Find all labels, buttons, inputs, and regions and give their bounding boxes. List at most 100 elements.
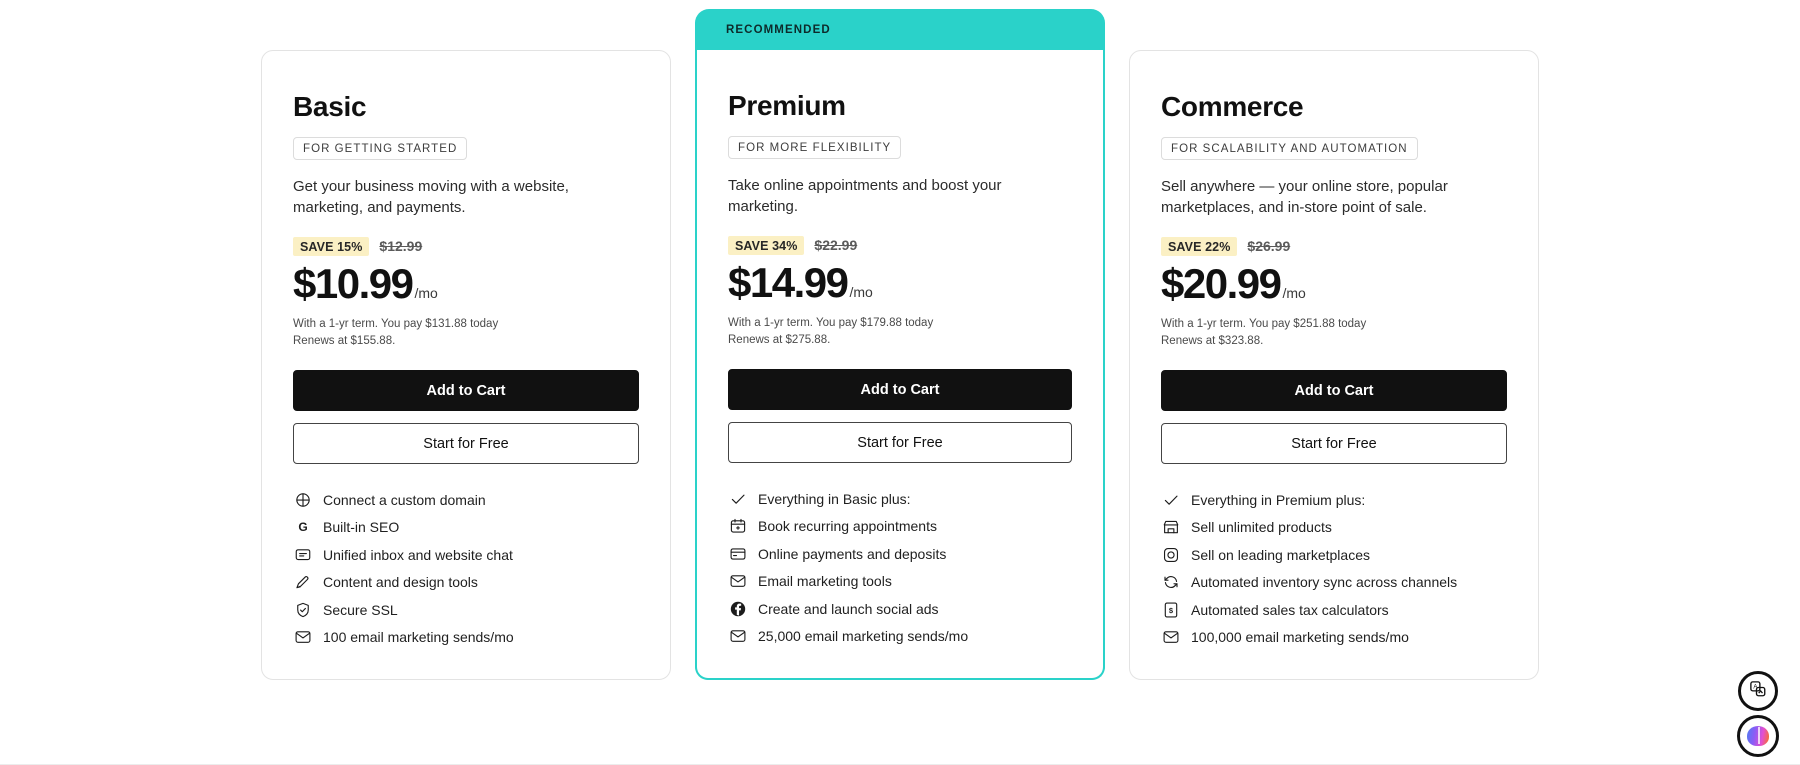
translate-button[interactable]: A: [1738, 671, 1778, 711]
design-pen-icon: [293, 573, 312, 592]
plan-terms: With a 1-yr term. You pay $179.88 today …: [728, 315, 1072, 349]
plan-terms-line-1: With a 1-yr term. You pay $251.88 today: [1161, 318, 1367, 330]
check-icon: [728, 489, 747, 508]
add-to-cart-button[interactable]: Add to Cart: [293, 370, 639, 411]
feature-item: Everything in Basic plus:: [728, 485, 1072, 513]
feature-label: Everything in Premium plus:: [1191, 491, 1366, 508]
plan-card-body: Basic FOR GETTING STARTED Get your busin…: [261, 50, 671, 680]
current-price: $10.99: [293, 260, 414, 307]
google-seo-icon: G: [293, 518, 312, 537]
feature-label: Create and launch social ads: [758, 600, 939, 617]
plan-feature-list: Connect a custom domain G Built-in SEO U…: [293, 486, 639, 651]
plan-terms: With a 1-yr term. You pay $131.88 today …: [293, 316, 639, 350]
price-row: $20.99 /mo: [1161, 260, 1507, 308]
original-price: $12.99: [379, 238, 423, 254]
plan-tagline-badge: FOR SCALABILITY AND AUTOMATION: [1161, 137, 1418, 160]
feature-item: Sell on leading marketplaces: [1161, 541, 1507, 569]
feature-label: Connect a custom domain: [323, 491, 486, 508]
current-price: $14.99: [728, 259, 849, 306]
shield-check-icon: [293, 600, 312, 619]
feature-item: G Built-in SEO: [293, 514, 639, 542]
start-for-free-button[interactable]: Start for Free: [293, 423, 639, 464]
save-badge: SAVE 22%: [1161, 236, 1238, 256]
pricing-plans-row: Basic FOR GETTING STARTED Get your busin…: [0, 0, 1800, 765]
save-badge: SAVE 15%: [293, 236, 370, 256]
svg-text:$: $: [1168, 606, 1173, 615]
feature-label: Sell on leading marketplaces: [1191, 546, 1370, 563]
plan-terms: With a 1-yr term. You pay $251.88 today …: [1161, 316, 1507, 350]
recommended-label: RECOMMENDED: [726, 23, 831, 36]
calendar-icon: [728, 517, 747, 536]
feature-item: 100 email marketing sends/mo: [293, 624, 639, 652]
plan-feature-list: Everything in Premium plus: Sell unlimit…: [1161, 486, 1507, 651]
translate-icon: A: [1749, 680, 1767, 703]
feature-item: 25,000 email marketing sends/mo: [728, 623, 1072, 651]
plan-title: Basic: [293, 91, 367, 122]
price-period: /mo: [414, 285, 438, 301]
savings-row: SAVE 22% $26.99: [1161, 235, 1507, 257]
plan-description: Sell anywhere — your online store, popul…: [1161, 178, 1448, 216]
plan-terms-line-2: Renews at $275.88.: [728, 334, 831, 346]
add-to-cart-button[interactable]: Add to Cart: [1161, 370, 1507, 411]
envelope-icon: [293, 628, 312, 647]
globe-icon: [293, 490, 312, 509]
feature-item: Everything in Premium plus:: [1161, 486, 1507, 514]
envelope-icon: [728, 572, 747, 591]
plan-terms-line-2: Renews at $323.88.: [1161, 335, 1264, 347]
feature-label: Book recurring appointments: [758, 518, 937, 535]
plan-title: Commerce: [1161, 91, 1304, 122]
feature-item: Create and launch social ads: [728, 595, 1072, 623]
feature-item: Online payments and deposits: [728, 540, 1072, 568]
feature-label: Automated sales tax calculators: [1191, 601, 1389, 618]
feature-label: 25,000 email marketing sends/mo: [758, 628, 969, 645]
svg-text:G: G: [298, 520, 307, 534]
feature-label: 100,000 email marketing sends/mo: [1191, 629, 1409, 646]
envelope-icon: [1161, 628, 1180, 647]
marketplace-icon: [1161, 545, 1180, 564]
original-price: $26.99: [1247, 238, 1291, 254]
feature-label: Secure SSL: [323, 601, 398, 618]
add-to-cart-button[interactable]: Add to Cart: [728, 369, 1072, 410]
price-row: $10.99 /mo: [293, 260, 639, 308]
feature-label: Sell unlimited products: [1191, 519, 1332, 536]
feature-label: Built-in SEO: [323, 519, 400, 536]
start-for-free-button[interactable]: Start for Free: [728, 422, 1072, 463]
feature-item: $ Automated sales tax calculators: [1161, 596, 1507, 624]
pricing-page: Basic FOR GETTING STARTED Get your busin…: [0, 0, 1800, 765]
price-period: /mo: [849, 284, 873, 300]
plan-title: Premium: [728, 90, 846, 121]
feature-label: 100 email marketing sends/mo: [323, 629, 514, 646]
plan-terms-line-2: Renews at $155.88.: [293, 335, 396, 347]
feature-item: Secure SSL: [293, 596, 639, 624]
recommended-card-shell: RECOMMENDED Premium FOR MORE FLEXIBILITY…: [695, 9, 1105, 680]
original-price: $22.99: [814, 237, 858, 253]
feature-label: Content and design tools: [323, 574, 478, 591]
storefront-icon: [1161, 518, 1180, 537]
plan-card-basic: Basic FOR GETTING STARTED Get your busin…: [261, 50, 671, 680]
feature-label: Online payments and deposits: [758, 545, 947, 562]
sync-icon: [1161, 573, 1180, 592]
tax-dollar-icon: $: [1161, 600, 1180, 619]
plan-tagline-badge: FOR MORE FLEXIBILITY: [728, 136, 902, 159]
price-period: /mo: [1282, 285, 1306, 301]
plan-card-commerce: Commerce FOR SCALABILITY AND AUTOMATION …: [1129, 50, 1539, 680]
feature-label: Automated inventory sync across channels: [1191, 574, 1458, 591]
check-icon: [1161, 490, 1180, 509]
plan-card-premium: RECOMMENDED Premium FOR MORE FLEXIBILITY…: [695, 9, 1105, 680]
feature-item: Unified inbox and website chat: [293, 541, 639, 569]
plan-feature-list: Everything in Basic plus: Book recurring…: [728, 485, 1072, 650]
feature-item: Content and design tools: [293, 569, 639, 597]
plan-tagline-badge: FOR GETTING STARTED: [293, 137, 468, 160]
price-row: $14.99 /mo: [728, 259, 1072, 307]
feature-item: Book recurring appointments: [728, 513, 1072, 541]
plan-card-body: Premium FOR MORE FLEXIBILITY Take online…: [695, 50, 1105, 680]
envelope-icon: [728, 627, 747, 646]
ai-assistant-button[interactable]: [1737, 715, 1779, 757]
feature-item: 100,000 email marketing sends/mo: [1161, 624, 1507, 652]
savings-row: SAVE 34% $22.99: [728, 234, 1072, 256]
plan-terms-line-1: With a 1-yr term. You pay $131.88 today: [293, 318, 499, 330]
start-for-free-button[interactable]: Start for Free: [1161, 423, 1507, 464]
current-price: $20.99: [1161, 260, 1282, 307]
feature-item: Email marketing tools: [728, 568, 1072, 596]
feature-label: Unified inbox and website chat: [323, 546, 513, 563]
